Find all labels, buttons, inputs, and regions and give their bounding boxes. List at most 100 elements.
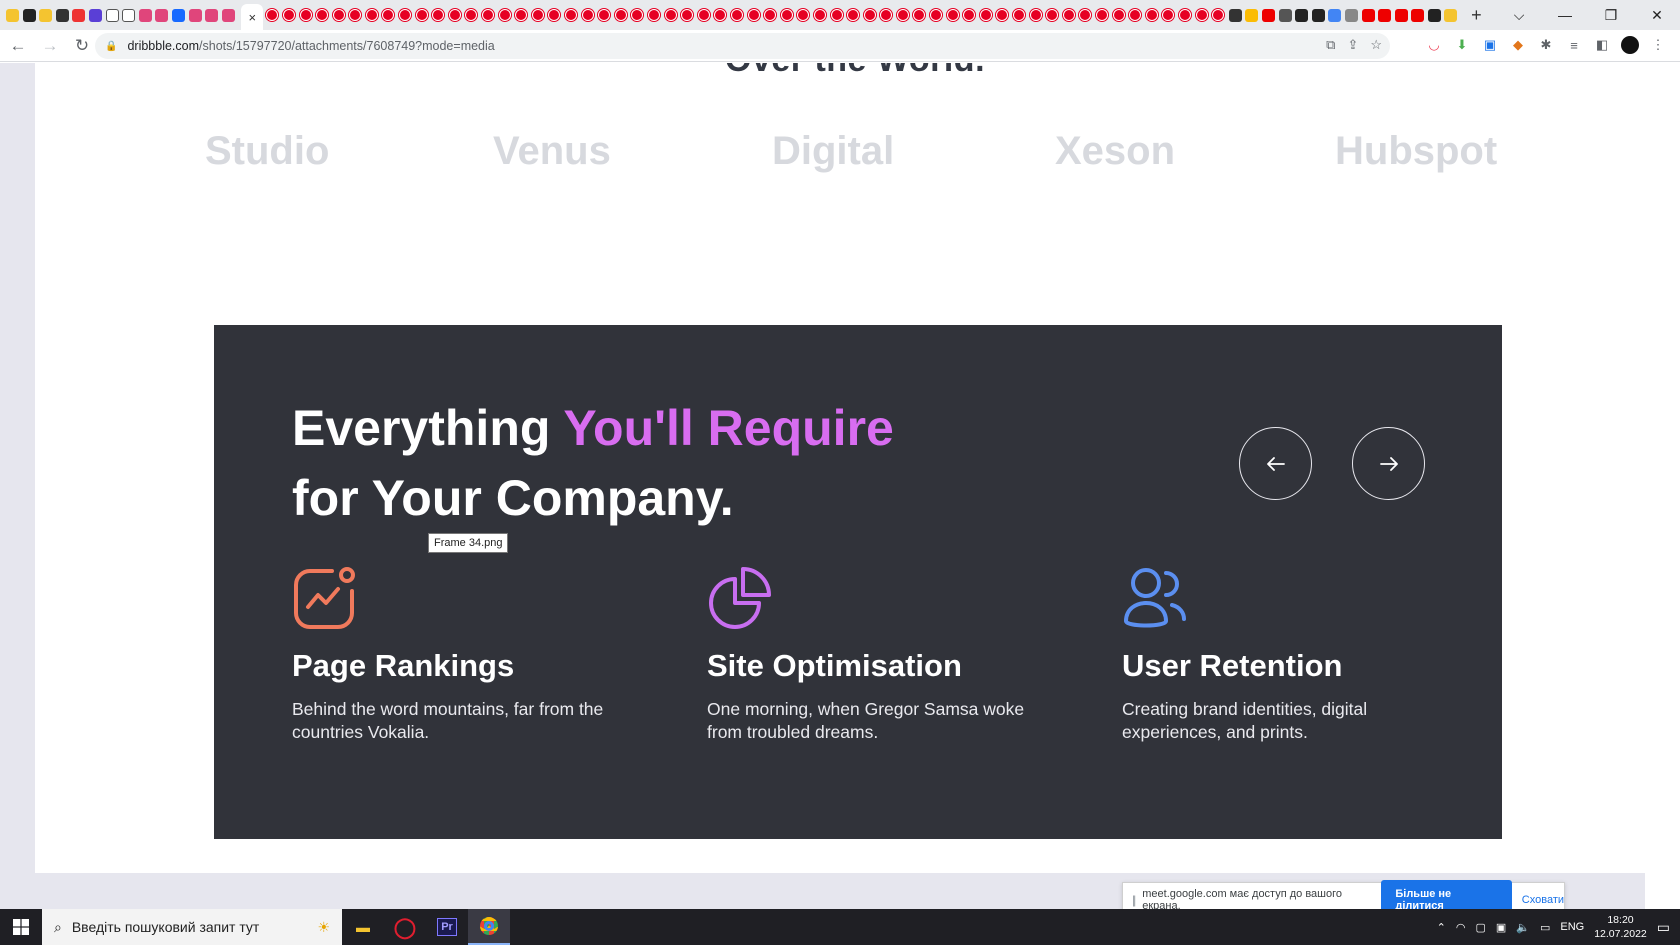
tab-favicon-icon[interactable] xyxy=(1245,8,1259,22)
pinterest-tab-icon[interactable] xyxy=(880,9,893,21)
taskbar-search[interactable]: ⌕ Введіть пошуковий запит тут ☀ xyxy=(42,909,342,945)
pinterest-tab-icon[interactable] xyxy=(598,9,611,21)
pinterest-tab-icon[interactable] xyxy=(847,9,860,21)
tab-favicon-icon[interactable] xyxy=(1411,8,1425,22)
tab-favicon-icon[interactable] xyxy=(72,8,86,22)
pinterest-tab-icon[interactable] xyxy=(830,9,843,21)
minimize-button[interactable]: — xyxy=(1542,0,1588,30)
pinterest-tab-icon[interactable] xyxy=(730,9,743,21)
pinterest-tab-icon[interactable] xyxy=(1195,9,1208,21)
metamask-fox-icon[interactable]: ◆ xyxy=(1509,36,1527,54)
pinterest-tab-icon[interactable] xyxy=(1029,9,1042,21)
pinterest-tab-icon[interactable] xyxy=(747,9,760,21)
premiere-pro-icon[interactable]: Pr xyxy=(426,909,468,945)
pinterest-tab-icon[interactable] xyxy=(697,9,710,21)
active-tab-close-button[interactable]: × xyxy=(241,4,264,30)
tab-favicon-icon[interactable] xyxy=(1361,8,1375,22)
pinterest-tab-icon[interactable] xyxy=(1145,9,1158,21)
prev-arrow-button[interactable] xyxy=(1239,427,1312,500)
clock[interactable]: 18:20 12.07.2022 xyxy=(1594,913,1647,941)
pinterest-tab-icon[interactable] xyxy=(349,9,362,21)
download-extension-icon[interactable]: ⬇ xyxy=(1453,36,1471,54)
tab-favicon-icon[interactable] xyxy=(1261,8,1275,22)
tab-favicon-icon[interactable] xyxy=(1228,8,1242,22)
pinterest-tab-icon[interactable] xyxy=(1212,9,1225,21)
pinterest-tab-icon[interactable] xyxy=(565,9,577,21)
tab-favicon-icon[interactable] xyxy=(1394,8,1408,22)
pinterest-tab-icon[interactable] xyxy=(996,9,1009,21)
extensions-puzzle-icon[interactable]: ✱ xyxy=(1537,36,1555,54)
close-window-button[interactable]: ✕ xyxy=(1634,0,1680,30)
pinterest-tab-icon[interactable] xyxy=(764,9,777,21)
network-icon[interactable]: ◠ xyxy=(1456,921,1466,934)
back-icon[interactable]: ← xyxy=(4,32,32,60)
tab-favicon-icon[interactable] xyxy=(188,8,202,22)
notifications-icon[interactable]: ▭ xyxy=(1657,919,1670,936)
weather-widget-icon[interactable]: ☀ xyxy=(317,919,330,936)
bookmark-star-icon[interactable]: ☆ xyxy=(1370,37,1382,53)
pinterest-tab-icon[interactable] xyxy=(714,9,727,21)
pinterest-tab-icon[interactable] xyxy=(1013,9,1026,21)
tab-favicon-icon[interactable] xyxy=(205,8,219,22)
tab-favicon-icon[interactable] xyxy=(221,8,235,22)
pinterest-tab-icon[interactable] xyxy=(1129,9,1142,21)
pinterest-tab-icon[interactable] xyxy=(797,9,810,21)
pinterest-tab-icon[interactable] xyxy=(399,9,412,21)
pocket-extension-icon[interactable]: ◡ xyxy=(1425,36,1443,54)
pinterest-tab-icon[interactable] xyxy=(1046,9,1059,21)
display-icon[interactable]: ▣ xyxy=(1496,921,1506,934)
share-icon[interactable]: ⇪ xyxy=(1347,37,1358,53)
pinterest-tab-icon[interactable] xyxy=(432,9,445,21)
reload-icon[interactable]: ↻ xyxy=(68,32,96,60)
pinterest-tab-icon[interactable] xyxy=(531,9,544,21)
pinterest-tab-icon[interactable] xyxy=(647,9,660,21)
tab-favicon-icon[interactable] xyxy=(88,8,102,22)
new-tab-button[interactable]: + xyxy=(1471,5,1482,26)
address-bar[interactable]: 🔒 dribbble.com/shots/15797720/attachment… xyxy=(95,33,1390,59)
windows-start-icon[interactable] xyxy=(0,909,42,945)
forward-icon[interactable]: → xyxy=(36,32,64,60)
file-explorer-icon[interactable]: ▬ xyxy=(342,909,384,945)
drag-handle-icon[interactable]: || xyxy=(1132,893,1136,907)
tab-favicon-icon[interactable] xyxy=(138,8,152,22)
tab-favicon-icon[interactable] xyxy=(155,8,169,22)
pinterest-tab-icon[interactable] xyxy=(448,9,461,21)
chevron-up-icon[interactable]: ⌃ xyxy=(1437,921,1446,934)
pinterest-tab-icon[interactable] xyxy=(614,9,627,21)
pinterest-tab-icon[interactable] xyxy=(1062,9,1075,21)
pinterest-tab-icon[interactable] xyxy=(946,9,959,21)
pinterest-tab-icon[interactable] xyxy=(913,9,926,21)
pinterest-tab-icon[interactable] xyxy=(1079,9,1092,21)
tab-favicon-icon[interactable] xyxy=(171,8,185,22)
tab-favicon-icon[interactable] xyxy=(1444,8,1458,22)
side-panel-icon[interactable]: ◧ xyxy=(1593,36,1611,54)
hide-button[interactable]: Сховати xyxy=(1522,894,1564,906)
chrome-icon[interactable] xyxy=(468,909,510,945)
pinterest-tab-icon[interactable] xyxy=(930,9,943,21)
next-arrow-button[interactable] xyxy=(1352,427,1425,500)
pinterest-tab-icon[interactable] xyxy=(482,9,495,21)
pinterest-tab-icon[interactable] xyxy=(282,9,295,21)
tab-favicon-icon[interactable] xyxy=(1344,8,1358,22)
tab-favicon-icon[interactable] xyxy=(55,8,69,22)
extension-badge-icon[interactable]: ▣ xyxy=(1481,36,1499,54)
pinterest-tab-icon[interactable] xyxy=(266,9,279,21)
pinterest-tab-icon[interactable] xyxy=(548,9,561,21)
pinterest-tab-icon[interactable] xyxy=(1162,9,1175,21)
pinterest-tab-icon[interactable] xyxy=(415,9,428,21)
pinterest-tab-icon[interactable] xyxy=(316,9,329,21)
pinterest-tab-icon[interactable] xyxy=(664,9,677,21)
tab-favicon-icon[interactable] xyxy=(122,8,136,22)
meet-icon[interactable]: ▢ xyxy=(1475,921,1485,934)
pinterest-tab-icon[interactable] xyxy=(780,9,793,21)
pinterest-tab-icon[interactable] xyxy=(1096,9,1108,21)
pinterest-tab-icon[interactable] xyxy=(498,9,511,21)
pinterest-tab-icon[interactable] xyxy=(515,9,528,21)
browser-menu-icon[interactable]: ⋮ xyxy=(1649,36,1667,54)
pinterest-tab-icon[interactable] xyxy=(681,9,694,21)
tab-favicon-icon[interactable] xyxy=(105,8,119,22)
profile-avatar[interactable] xyxy=(1621,36,1639,54)
pinterest-tab-icon[interactable] xyxy=(365,9,378,21)
tab-favicon-icon[interactable] xyxy=(1295,8,1309,22)
tab-favicon-icon[interactable] xyxy=(22,8,36,22)
